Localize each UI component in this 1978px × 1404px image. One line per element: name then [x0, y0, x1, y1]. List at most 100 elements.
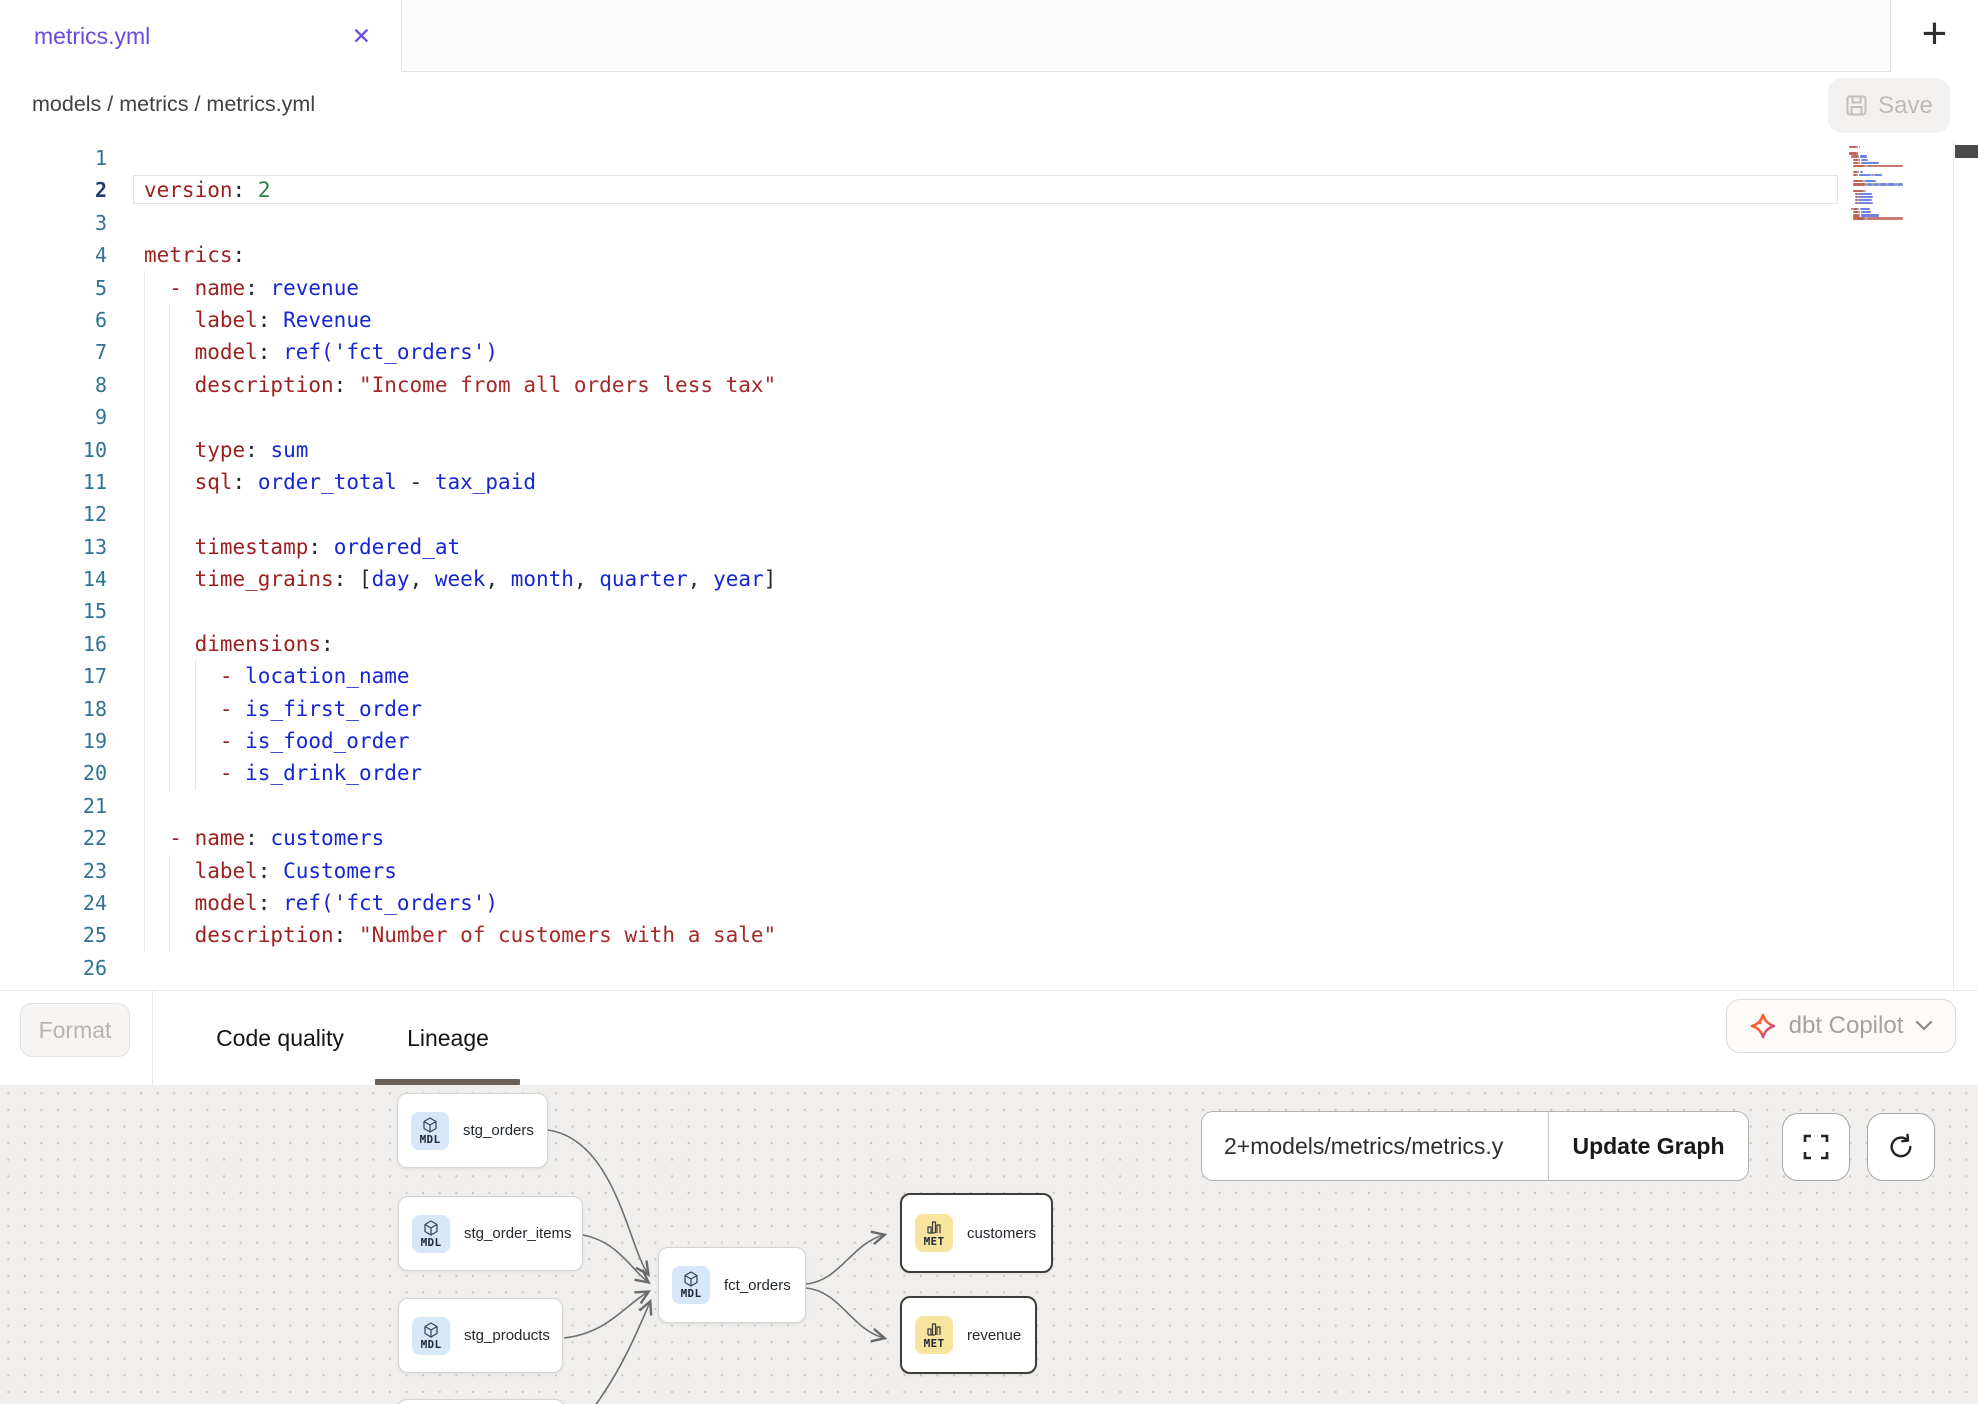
code-line[interactable]: 24 model: ref('fct_orders'): [0, 887, 1840, 919]
scrollbar-thumb[interactable]: [1955, 145, 1978, 158]
code-line[interactable]: 12: [0, 498, 1840, 530]
tab-code-quality[interactable]: Code quality: [200, 991, 360, 1086]
code-line[interactable]: 1: [0, 142, 1840, 174]
scrollbar-track[interactable]: [1953, 139, 1978, 990]
node-label: stg_products: [464, 1327, 550, 1344]
minimap-line: [1865, 180, 1876, 182]
code-line[interactable]: 2version: 2: [0, 174, 1840, 206]
format-button[interactable]: Format: [20, 1003, 130, 1057]
line-number: 26: [0, 956, 107, 980]
close-icon[interactable]: ✕: [352, 25, 371, 48]
code-text: - location_name: [144, 664, 410, 688]
lineage-node-customers[interactable]: MET customers: [900, 1193, 1053, 1273]
minimap-line: [1858, 208, 1860, 210]
code-line[interactable]: 7 model: ref('fct_orders'): [0, 336, 1840, 368]
badge-label: MDL: [421, 1339, 442, 1350]
code-line[interactable]: 25 description: "Number of customers wit…: [0, 919, 1840, 951]
minimap-line: [1849, 146, 1857, 148]
line-number: 4: [0, 243, 107, 267]
tab-strip-empty: [402, 0, 1890, 72]
lineage-node-stg-products[interactable]: MDL stg_products: [398, 1298, 563, 1373]
code-line[interactable]: 20 - is_drink_order: [0, 757, 1840, 789]
code-line[interactable]: 8 description: "Income from all orders l…: [0, 369, 1840, 401]
code-line[interactable]: 18 - is_first_order: [0, 692, 1840, 724]
lineage-node-fct-orders[interactable]: MDL fct_orders: [658, 1247, 806, 1323]
code-text: - is_first_order: [144, 697, 422, 721]
minimap-line: [1858, 155, 1860, 157]
line-number: 6: [0, 308, 107, 332]
code-line[interactable]: 11 sql: order_total - tax_paid: [0, 466, 1840, 498]
code-text: dimensions:: [144, 632, 334, 656]
code-line[interactable]: 10 type: sum: [0, 433, 1840, 465]
code-line[interactable]: 17 - location_name: [0, 660, 1840, 692]
line-number: 12: [0, 502, 107, 526]
fullscreen-icon: [1801, 1132, 1831, 1162]
format-label: Format: [39, 1017, 112, 1044]
code-line[interactable]: 9: [0, 401, 1840, 433]
badge-label: MDL: [681, 1288, 702, 1299]
lineage-node-partial[interactable]: [397, 1399, 565, 1404]
code-line[interactable]: 14 time_grains: [day, week, month, quart…: [0, 563, 1840, 595]
refresh-button[interactable]: [1867, 1113, 1935, 1181]
code-line[interactable]: 13 timestamp: ordered_at: [0, 530, 1840, 562]
code-line[interactable]: 23 label: Customers: [0, 854, 1840, 886]
code-text: model: ref('fct_orders'): [144, 891, 498, 915]
code-line[interactable]: 15: [0, 595, 1840, 627]
breadcrumb[interactable]: models / metrics / metrics.yml: [32, 92, 315, 117]
line-number: 21: [0, 794, 107, 818]
code-line[interactable]: 4metrics:: [0, 239, 1840, 271]
dbt-copilot-button[interactable]: dbt Copilot: [1726, 999, 1956, 1053]
lineage-canvas[interactable]: MDL stg_orders MDL stg_order_items MDL s…: [0, 1085, 1978, 1404]
save-button[interactable]: Save: [1828, 78, 1950, 133]
code-line[interactable]: 6 label: Revenue: [0, 304, 1840, 336]
minimap-line: [1858, 193, 1872, 195]
code-line[interactable]: 16 dimensions:: [0, 628, 1840, 660]
code-line[interactable]: 26: [0, 952, 1840, 984]
line-number: 16: [0, 632, 107, 656]
tab-metrics-yml[interactable]: metrics.yml ✕: [0, 0, 402, 72]
minimap[interactable]: [1845, 139, 1953, 990]
ide-window: metrics.yml ✕ + models / metrics / metri…: [0, 0, 1978, 1404]
line-number: 7: [0, 340, 107, 364]
line-number: 25: [0, 923, 107, 947]
bottom-toolbar: Format Code quality Lineage dbt Copilot: [0, 990, 1978, 1085]
code-line[interactable]: 5 - name: revenue: [0, 271, 1840, 303]
line-number: 9: [0, 405, 107, 429]
minimap-line: [1859, 211, 1861, 213]
lineage-selector-input[interactable]: 2+models/metrics/metrics.y: [1202, 1112, 1548, 1180]
minimap-line: [1849, 152, 1857, 154]
minimap-line: [1859, 174, 1871, 176]
node-label: fct_orders: [724, 1277, 791, 1294]
line-number: 19: [0, 729, 107, 753]
lineage-node-stg-orders[interactable]: MDL stg_orders: [397, 1093, 548, 1168]
line-number: 24: [0, 891, 107, 915]
plus-icon: +: [1922, 12, 1948, 56]
badge-label: MDL: [421, 1237, 442, 1248]
new-tab-button[interactable]: +: [1890, 0, 1978, 72]
selector-value: 2+models/metrics/metrics.y: [1224, 1133, 1503, 1160]
lineage-node-stg-order-items[interactable]: MDL stg_order_items: [398, 1196, 583, 1271]
minimap-line: [1853, 171, 1857, 173]
cube-icon: [422, 1117, 438, 1133]
lineage-node-revenue[interactable]: MET revenue: [900, 1296, 1037, 1374]
minimap-line: [1860, 155, 1868, 157]
code-line[interactable]: 3: [0, 207, 1840, 239]
code-line[interactable]: 21: [0, 790, 1840, 822]
node-label: customers: [967, 1225, 1036, 1242]
metric-badge: MET: [915, 1214, 953, 1252]
minimap-line: [1857, 146, 1859, 148]
line-number: 3: [0, 211, 107, 235]
minimap-line: [1858, 199, 1872, 201]
save-label: Save: [1878, 92, 1933, 120]
fullscreen-button[interactable]: [1782, 1113, 1850, 1181]
line-number: 5: [0, 276, 107, 300]
minimap-line: [1859, 146, 1861, 148]
tab-lineage[interactable]: Lineage: [398, 991, 498, 1086]
code-text: type: sum: [144, 438, 308, 462]
code-line[interactable]: 22 - name: customers: [0, 822, 1840, 854]
update-graph-button[interactable]: Update Graph: [1549, 1112, 1748, 1180]
node-label: revenue: [967, 1327, 1021, 1344]
code-text: version: 2: [144, 178, 270, 202]
code-line[interactable]: 19 - is_food_order: [0, 725, 1840, 757]
code-editor[interactable]: 12version: 234metrics:5 - name: revenue6…: [0, 139, 1978, 990]
